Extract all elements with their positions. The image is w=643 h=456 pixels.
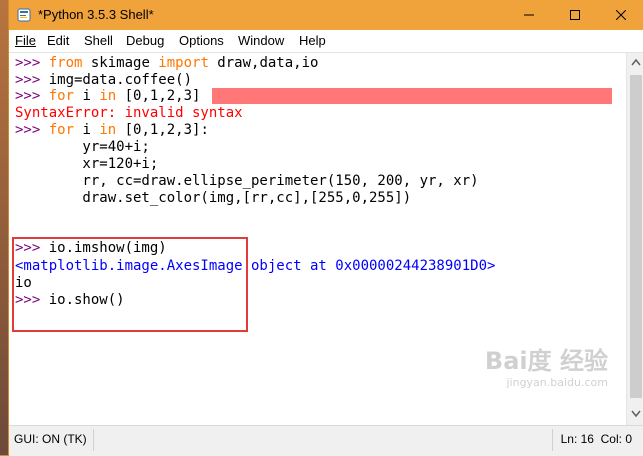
minimize-button[interactable] <box>506 0 552 30</box>
menu-help-label: Help <box>299 33 326 48</box>
watermark: Bai度 经验 jingyan.baidu.com <box>485 341 608 389</box>
cursor-position: Ln: 16 Col: 0 <box>561 432 632 446</box>
close-icon <box>616 10 626 20</box>
menu-shell[interactable]: Shell <box>84 33 113 48</box>
menu-options-label: Options <box>179 33 224 48</box>
status-divider <box>93 429 94 451</box>
scroll-up-icon[interactable] <box>631 58 641 66</box>
menu-window-label: Window <box>238 33 285 48</box>
menu-debug[interactable]: Debug <box>126 33 164 48</box>
menu-bar: File Edit Shell Debug Options Window Hel… <box>9 30 643 53</box>
shell-line: >>> from skimage import draw,data,io <box>15 55 319 71</box>
gui-status: GUI: ON (TK) <box>14 432 87 446</box>
menu-help[interactable]: Help <box>299 33 326 48</box>
python-icon <box>17 8 31 22</box>
column-number: Col: 0 <box>600 432 632 446</box>
menu-edit[interactable]: Edit <box>47 33 69 48</box>
shell-text-area[interactable]: >>> from skimage import draw,data,io >>>… <box>9 53 626 425</box>
desktop-background <box>0 0 8 455</box>
close-button[interactable] <box>598 0 643 30</box>
maximize-icon <box>570 10 580 20</box>
title-bar[interactable]: *Python 3.5.3 Shell* <box>9 0 643 30</box>
idle-shell-window: *Python 3.5.3 Shell* File Edit Shell Deb… <box>8 0 643 456</box>
shell-line: xr=120+i; <box>15 156 159 172</box>
scrollbar-thumb[interactable] <box>630 75 642 398</box>
menu-window[interactable]: Window <box>238 33 284 48</box>
syntax-error-highlight <box>212 88 612 104</box>
shell-line: >>> for i in [0,1,2,3] <box>15 88 201 104</box>
shell-line: >>> img=data.coffee() <box>15 72 193 88</box>
annotation-box <box>12 237 248 332</box>
shell-line: yr=40+i; <box>15 139 150 155</box>
maximize-button[interactable] <box>552 0 598 30</box>
menu-file-label: File <box>15 33 36 48</box>
menu-options[interactable]: Options <box>179 33 224 48</box>
scroll-down-icon[interactable] <box>631 410 641 418</box>
status-bar: GUI: ON (TK) Ln: 16 Col: 0 <box>9 425 643 456</box>
vertical-scrollbar[interactable] <box>626 53 643 425</box>
window-title: *Python 3.5.3 Shell* <box>38 7 154 22</box>
menu-debug-label: Debug <box>126 33 165 48</box>
shell-line: draw.set_color(img,[rr,cc],[255,0,255]) <box>15 190 412 206</box>
menu-edit-label: Edit <box>47 33 70 48</box>
shell-line: rr, cc=draw.ellipse_perimeter(150, 200, … <box>15 173 479 189</box>
error-message: SyntaxError: invalid syntax <box>15 105 243 121</box>
menu-shell-label: Shell <box>84 33 113 48</box>
watermark-url: jingyan.baidu.com <box>506 376 608 389</box>
line-number: Ln: 16 <box>560 432 594 446</box>
status-divider <box>552 429 553 451</box>
minimize-icon <box>524 14 534 16</box>
watermark-text: Bai度 经验 <box>484 347 608 375</box>
menu-file[interactable]: File <box>15 33 36 48</box>
shell-line: >>> for i in [0,1,2,3]: <box>15 122 209 138</box>
